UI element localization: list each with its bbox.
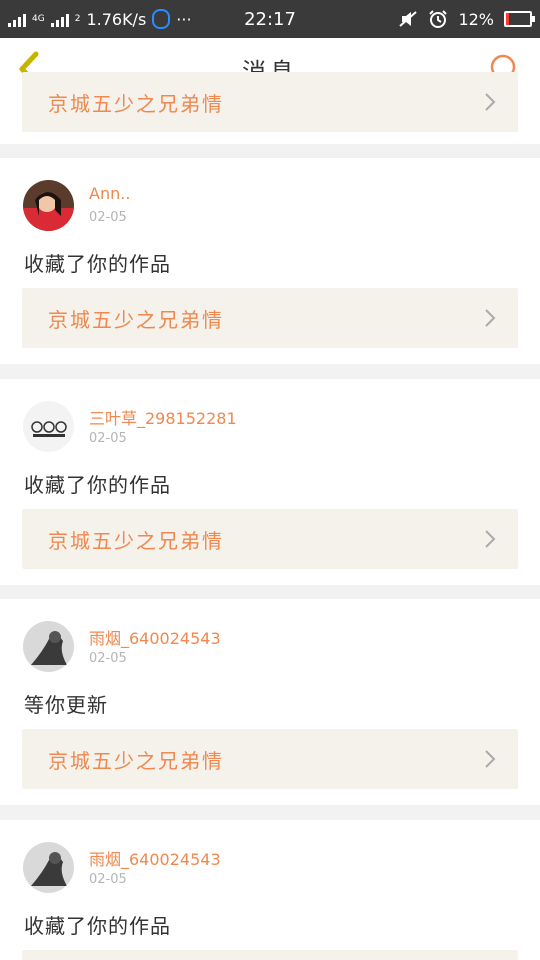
work-link[interactable]: 京城五少之兄弟情 <box>22 509 518 569</box>
action-text: 收藏了你的作品 <box>24 252 171 276</box>
action-text: 等你更新 <box>24 693 108 717</box>
action-text: 收藏了你的作品 <box>24 914 171 938</box>
chevron-right-icon <box>485 309 496 327</box>
avatar[interactable] <box>23 842 74 893</box>
mute-icon <box>399 11 418 27</box>
chevron-right-icon <box>485 750 496 768</box>
message-date: 02-05 <box>89 651 127 666</box>
username[interactable]: 三叶草_298152281 <box>89 405 237 429</box>
message-card: Ann.. 02-05 收藏了你的作品 京城五少之兄弟情 <box>0 158 540 364</box>
chevron-right-icon <box>485 530 496 548</box>
message-date: 02-05 <box>89 431 127 446</box>
battery-fill <box>506 13 509 25</box>
work-link[interactable] <box>22 950 518 960</box>
chevron-right-icon <box>485 93 496 111</box>
message-card: 雨烟_640024543 02-05 等你更新 京城五少之兄弟情 <box>0 599 540 805</box>
status-right: 12% <box>398 0 535 38</box>
username[interactable]: 雨烟_640024543 <box>89 625 221 649</box>
message-date: 02-05 <box>89 210 127 225</box>
alarm-icon <box>429 10 448 28</box>
message-card: 雨烟_640024543 02-05 收藏了你的作品 <box>0 820 540 960</box>
status-bar: 4G 2 1.76K/s ··· 22:17 12% <box>0 0 540 38</box>
work-link[interactable]: 京城五少之兄弟情 <box>22 288 518 348</box>
message-card-partial: 京城五少之兄弟情 <box>0 72 540 144</box>
avatar[interactable] <box>23 401 74 452</box>
username[interactable]: 雨烟_640024543 <box>89 846 221 870</box>
avatar[interactable] <box>23 180 74 231</box>
work-link[interactable]: 京城五少之兄弟情 <box>22 729 518 789</box>
work-title: 京城五少之兄弟情 <box>48 307 224 332</box>
action-text: 收藏了你的作品 <box>24 473 171 497</box>
avatar[interactable] <box>23 621 74 672</box>
message-card: 三叶草_298152281 02-05 收藏了你的作品 京城五少之兄弟情 <box>0 379 540 585</box>
battery-icon <box>504 11 535 27</box>
work-title: 京城五少之兄弟情 <box>48 91 224 116</box>
username[interactable]: Ann.. <box>89 184 130 203</box>
message-date: 02-05 <box>89 872 127 887</box>
work-title: 京城五少之兄弟情 <box>48 748 224 773</box>
work-link[interactable]: 京城五少之兄弟情 <box>22 72 518 132</box>
work-title: 京城五少之兄弟情 <box>48 528 224 553</box>
battery-percent: 12% <box>458 9 494 29</box>
